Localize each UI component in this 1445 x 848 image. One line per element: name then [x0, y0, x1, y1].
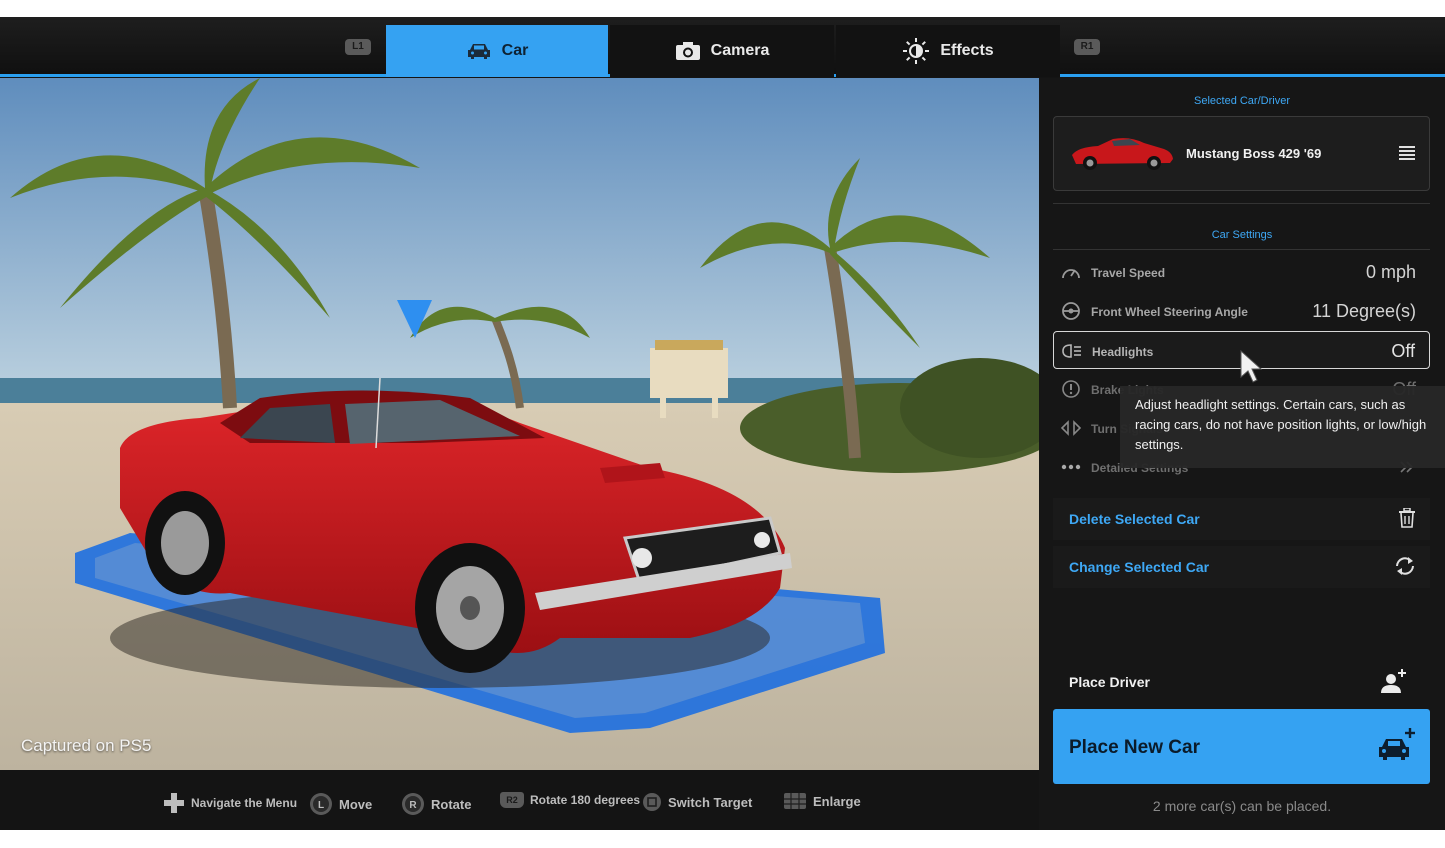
divider	[1053, 249, 1430, 250]
tab-car-label: Car	[501, 42, 529, 59]
remaining-cars-text: 2 more car(s) can be placed.	[1152, 798, 1332, 814]
hint-move: L Move	[309, 792, 372, 816]
top-tab-bar: L1 Car Camera Effects R1	[0, 17, 1445, 77]
setting-travel-speed[interactable]: Travel Speed 0 mph	[1053, 253, 1430, 291]
square-button-icon	[643, 793, 661, 811]
tab-camera-label: Camera	[710, 42, 770, 59]
setting-steering-angle[interactable]: Front Wheel Steering Angle 11 Degree(s)	[1053, 292, 1430, 330]
delete-car-label: Delete Selected Car	[1069, 511, 1200, 527]
steering-wheel-icon	[1062, 302, 1080, 320]
touchpad-icon	[784, 793, 806, 809]
divider	[1053, 203, 1430, 204]
headlight-icon	[1062, 344, 1081, 358]
right-stick-letter: R	[409, 800, 417, 811]
scene-viewport[interactable]: Captured on PS5	[0, 78, 1039, 770]
more-dots-icon	[1061, 464, 1081, 470]
hint-label: Rotate	[431, 796, 472, 812]
tab-effects[interactable]: Effects	[836, 25, 1060, 77]
hint-switch-target: Switch Target	[642, 792, 752, 812]
l1-button-hint[interactable]: L1	[345, 39, 371, 55]
hint-enlarge: Enlarge	[783, 792, 861, 810]
change-selected-car-button[interactable]: Change Selected Car	[1053, 546, 1430, 588]
headlights-tooltip: Adjust headlight settings. Certain cars,…	[1120, 386, 1445, 468]
hamburger-menu-icon[interactable]	[1399, 146, 1415, 160]
setting-value: 0 mph	[1365, 262, 1416, 282]
capture-watermark: Captured on PS5	[21, 736, 152, 755]
add-person-icon	[1381, 669, 1406, 693]
setting-label: Travel Speed	[1091, 266, 1166, 280]
setting-label: Front Wheel Steering Angle	[1091, 305, 1248, 319]
left-stick-letter: L	[318, 800, 324, 811]
setting-label: Headlights	[1092, 345, 1154, 359]
sun-icon	[903, 38, 930, 64]
selected-car-name: Mustang Boss 429 '69	[1186, 146, 1322, 161]
setting-value: 11 Degree(s)	[1312, 301, 1416, 321]
left-stick-icon: L	[310, 793, 332, 815]
tab-camera[interactable]: Camera	[610, 25, 834, 77]
place-driver-button[interactable]: Place Driver	[1053, 661, 1430, 703]
place-new-car-button[interactable]: Place New Car	[1053, 709, 1430, 784]
hint-label: Navigate the Menu	[191, 796, 298, 810]
setting-value: Off	[1391, 341, 1415, 361]
hint-rotate-180: R2 Rotate 180 degrees	[500, 792, 640, 808]
photo-scapes-editor: L1 Car Camera Effects R1 Captured on PS5…	[0, 17, 1445, 830]
car-icon	[467, 44, 490, 59]
change-car-label: Change Selected Car	[1069, 559, 1210, 575]
trash-icon	[1399, 508, 1415, 528]
speedometer-icon	[1062, 269, 1080, 279]
selected-car-card[interactable]: Mustang Boss 429 '69	[1053, 116, 1430, 191]
hint-label: Rotate 180 degrees	[530, 793, 641, 807]
right-stick-icon: R	[402, 793, 424, 815]
camera-icon	[675, 42, 700, 60]
turn-signal-icon	[1061, 420, 1081, 436]
car-settings-title: Car Settings	[1211, 229, 1273, 241]
add-car-icon	[1379, 728, 1415, 760]
tab-effects-label: Effects	[940, 42, 994, 59]
car-thumbnail	[1072, 138, 1173, 170]
r2-button-icon: R2	[500, 792, 524, 808]
tab-car[interactable]: Car	[386, 25, 608, 77]
swap-arrows-icon	[1396, 557, 1414, 575]
r1-button-hint[interactable]: R1	[1074, 39, 1100, 55]
hint-label: Move	[339, 796, 373, 812]
setting-headlights[interactable]: Headlights Off	[1053, 331, 1430, 383]
beach-scene-image	[0, 78, 1039, 770]
delete-selected-car-button[interactable]: Delete Selected Car	[1053, 498, 1430, 540]
dpad-icon	[164, 793, 184, 813]
selected-car-title: Selected Car/Driver	[1194, 95, 1290, 107]
brake-light-icon	[1062, 380, 1080, 398]
controls-hint-bar: Navigate the Menu L Move R Rotate R2 Rot…	[0, 770, 1039, 830]
hint-label: Switch Target	[668, 794, 753, 810]
hint-rotate: R Rotate	[401, 792, 471, 816]
hint-label: Enlarge	[813, 793, 861, 809]
place-new-car-label: Place New Car	[1069, 737, 1200, 758]
hint-navigate: Navigate the Menu	[163, 792, 297, 814]
place-driver-label: Place Driver	[1069, 674, 1150, 690]
